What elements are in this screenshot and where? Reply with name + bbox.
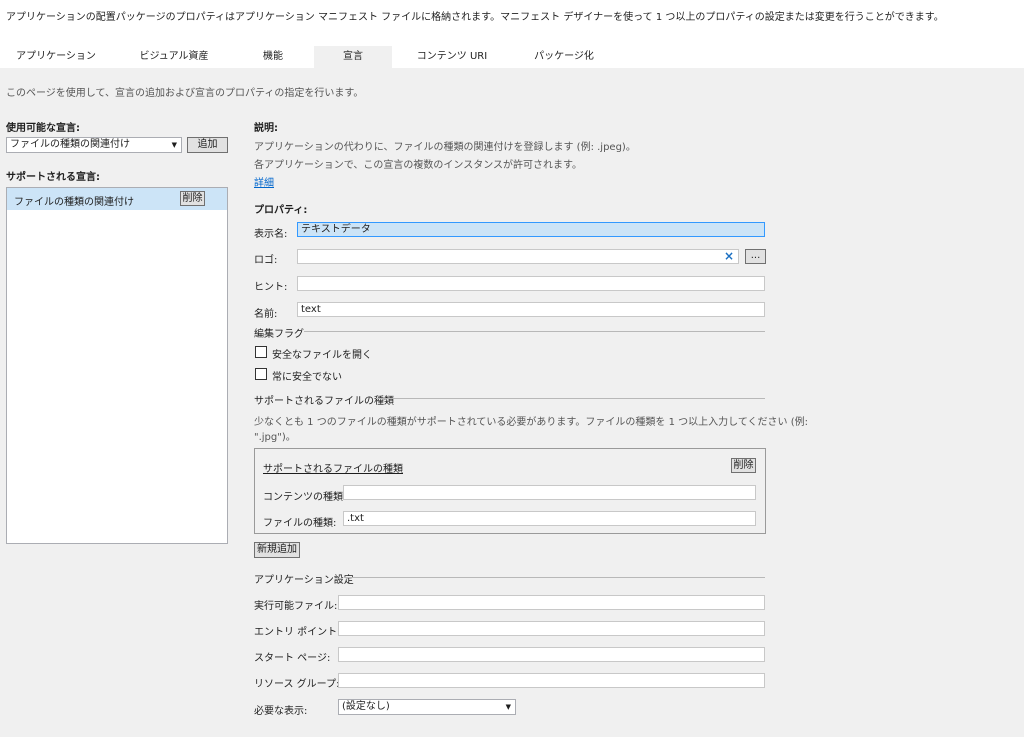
chevron-down-icon: ▼ (505, 703, 511, 711)
description-line-1: アプリケーションの代わりに、ファイルの種類の関連付けを登録します (例: .jp… (254, 142, 636, 153)
remove-declaration-button[interactable]: 削除 (180, 191, 205, 206)
display-name-input[interactable]: テキストデータ (297, 222, 765, 237)
content-type-input[interactable] (343, 485, 756, 500)
file-type-input[interactable]: .txt (343, 511, 756, 526)
supported-file-types-note-1: 少なくとも 1 つのファイルの種類がサポートされている必要があります。ファイルの… (254, 417, 808, 428)
supported-file-types-header: サポートされるファイルの種類 (254, 396, 394, 407)
entry-point-label: エントリ ポイント: (254, 627, 341, 638)
name-input[interactable]: text (297, 302, 765, 317)
manifest-description: アプリケーションの配置パッケージのプロパティはアプリケーション マニフェスト フ… (6, 12, 944, 23)
chevron-down-icon: ▼ (171, 141, 177, 149)
clear-icon[interactable]: × (724, 249, 734, 264)
file-type-label: ファイルの種類: (263, 518, 337, 529)
page-description: このページを使用して、宣言の追加および宣言のプロパティの指定を行います。 (6, 88, 364, 99)
more-info-link[interactable]: 詳細 (254, 174, 274, 189)
supported-file-types-divider (376, 398, 765, 399)
start-page-input[interactable] (338, 647, 765, 662)
remove-file-type-button[interactable]: 削除 (731, 458, 756, 473)
always-unsafe-checkbox[interactable] (255, 368, 267, 380)
hint-input[interactable] (297, 276, 765, 291)
description-label: 説明: (254, 123, 278, 134)
required-view-dropdown[interactable]: (設定なし) ▼ (338, 699, 516, 715)
display-name-label: 表示名: (254, 229, 288, 240)
executable-input[interactable] (338, 595, 765, 610)
supported-file-types-note-2: ".jpg")。 (254, 432, 296, 443)
required-view-value: (設定なし) (342, 701, 390, 712)
tab-declarations[interactable]: 宣言 (314, 46, 392, 68)
content-type-label: コンテンツの種類: (263, 492, 347, 503)
list-item-label: ファイルの種類の関連付け (14, 197, 134, 208)
edit-flags-divider (304, 331, 765, 332)
browse-logo-button[interactable]: ... (745, 249, 766, 264)
add-new-file-type-button[interactable]: 新規追加 (254, 542, 300, 558)
resource-group-input[interactable] (338, 673, 765, 688)
open-safe-label: 安全なファイルを開く (272, 350, 372, 361)
file-type-group-title: サポートされるファイルの種類 (263, 464, 403, 475)
hint-label: ヒント: (254, 282, 288, 293)
executable-label: 実行可能ファイル: (254, 601, 338, 612)
tab-packaging[interactable]: パッケージ化 (514, 46, 614, 68)
list-item[interactable]: ファイルの種類の関連付け 削除 (7, 188, 227, 210)
always-unsafe-label: 常に安全でない (272, 372, 342, 383)
name-label: 名前: (254, 309, 278, 320)
app-settings-label: アプリケーション設定 (254, 575, 354, 586)
open-safe-checkbox[interactable] (255, 346, 267, 358)
properties-label: プロパティ: (254, 205, 308, 216)
tab-capabilities[interactable]: 機能 (240, 46, 306, 68)
tab-bar: アプリケーション ビジュアル資産 機能 宣言 コンテンツ URI パッケージ化 (0, 46, 1024, 68)
edit-flags-label: 編集フラグ (254, 329, 304, 340)
start-page-label: スタート ページ: (254, 653, 331, 664)
description-line-2: 各アプリケーションで、この宣言の複数のインスタンスが許可されます。 (254, 160, 582, 171)
tab-application[interactable]: アプリケーション (8, 46, 104, 68)
tab-visual-assets[interactable]: ビジュアル資産 (124, 46, 224, 68)
supported-declarations-list[interactable]: ファイルの種類の関連付け 削除 (6, 187, 228, 544)
logo-label: ロゴ: (254, 255, 278, 266)
resource-group-label: リソース グループ: (254, 679, 340, 690)
logo-input[interactable] (297, 249, 739, 264)
add-declaration-button[interactable]: 追加 (187, 137, 228, 153)
available-declarations-label: 使用可能な宣言: (6, 123, 80, 134)
app-settings-divider (344, 577, 765, 578)
supported-declarations-label: サポートされる宣言: (6, 172, 100, 183)
required-view-label: 必要な表示: (254, 706, 308, 717)
available-declarations-value: ファイルの種類の関連付け (10, 139, 130, 150)
available-declarations-dropdown[interactable]: ファイルの種類の関連付け ▼ (6, 137, 182, 153)
tab-content-uris[interactable]: コンテンツ URI (406, 46, 498, 68)
entry-point-input[interactable] (338, 621, 765, 636)
